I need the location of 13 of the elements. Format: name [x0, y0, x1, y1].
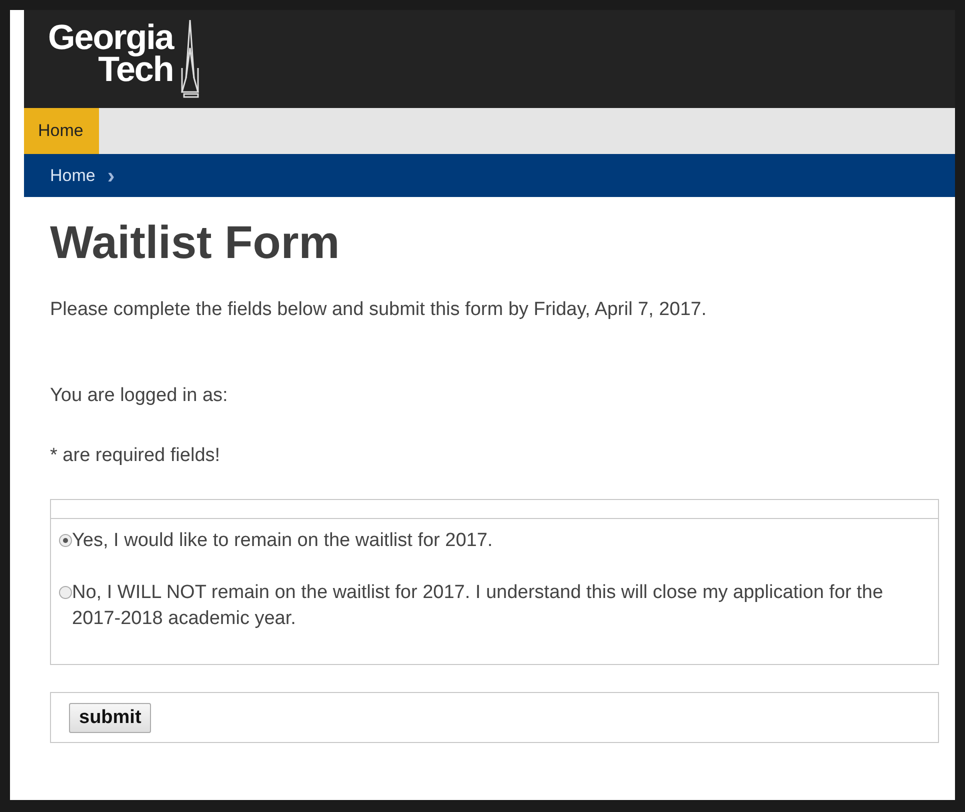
option-label: Yes, I would like to remain on the waitlist for 2017.	[72, 529, 493, 553]
radio-button[interactable]	[59, 534, 72, 547]
nav-tab[interactable]: Home	[24, 108, 100, 154]
required-note: * are required fields!	[50, 445, 222, 467]
breadcrumb-link[interactable]: Home	[50, 166, 96, 186]
intro-text: Please complete the fields below and submit this form by Friday, April 7, 2017.	[50, 299, 708, 321]
option-label: No, I WILL NOT remain on the waitlist for 2017. I understand this will close my application for the 2017-2018 academic year.	[72, 581, 884, 631]
breadcrumb-separator: ›	[107, 162, 115, 188]
radio-button[interactable]	[59, 586, 72, 599]
submit-button[interactable]: submit	[69, 702, 152, 732]
logo-text: Georgia Tech	[48, 18, 174, 86]
page-title: Waitlist Form	[50, 215, 341, 269]
login-status: You are logged in as:	[50, 385, 229, 407]
